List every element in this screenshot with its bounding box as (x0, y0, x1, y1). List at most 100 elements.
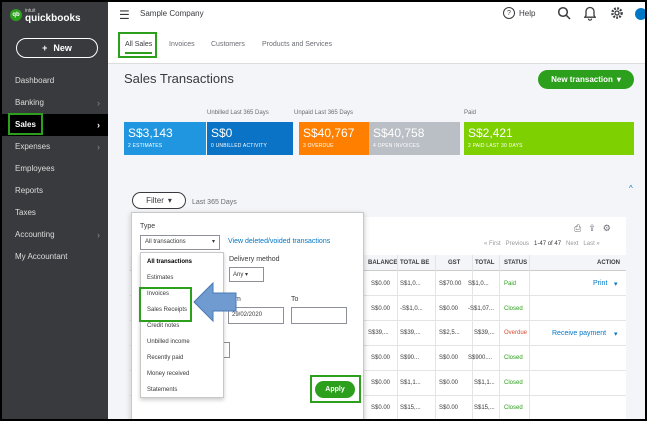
row-gst: S$70.00 (439, 281, 462, 287)
new-transaction-label: New transaction (551, 75, 613, 84)
to-date-field[interactable] (291, 307, 347, 324)
sidebar-item-taxes[interactable]: Taxes (2, 202, 108, 224)
row-gst: S$0.00 (439, 380, 459, 386)
pager-first[interactable]: « First (484, 241, 501, 247)
status-badge: Closed (504, 306, 523, 312)
type-label: Type (140, 223, 156, 230)
col-status[interactable]: STATUS (504, 260, 527, 266)
col-balance[interactable]: BALANCE (368, 260, 397, 266)
type-option-statements[interactable]: Statements (147, 387, 177, 393)
date-range-label: Last 365 Days (192, 199, 237, 206)
type-option-money-received[interactable]: Money received (147, 371, 189, 377)
row-gst: S$0.00 (439, 355, 459, 361)
card-overdue[interactable]: S$40,767 3 OVERDUE (299, 122, 369, 155)
type-option-sales-receipts[interactable]: Sales Receipts (147, 307, 187, 313)
receive-payment-link[interactable]: Receive payment (552, 330, 606, 337)
card-amount: S$0 (211, 126, 233, 140)
row-total-before-tax: S$39,... (400, 330, 421, 336)
hidden-select-edge (224, 342, 230, 358)
pager-next[interactable]: Next (566, 241, 578, 247)
tab-invoices[interactable]: Invoices (169, 41, 195, 48)
settings-icon[interactable]: ⚙ (603, 223, 611, 234)
sidebar-item-dashboard[interactable]: Dashboard (2, 70, 108, 92)
type-option-invoices[interactable]: Invoices (147, 291, 169, 297)
type-option-all[interactable]: All transactions (147, 259, 192, 265)
sidebar-item-reports[interactable]: Reports (2, 180, 108, 202)
new-transaction-button[interactable]: New transaction ▾ (538, 70, 634, 89)
type-option-estimates[interactable]: Estimates (147, 275, 173, 281)
sidebar-item-expenses[interactable]: Expenses › (2, 136, 108, 158)
card-amount: S$40,758 (373, 126, 425, 140)
col-total-before-tax[interactable]: TOTAL BE (400, 260, 429, 266)
type-select-value: All transactions (145, 239, 186, 245)
help-button[interactable]: ? Help (503, 7, 535, 19)
sidebar-item-accounting[interactable]: Accounting › (2, 224, 108, 246)
apply-button[interactable]: Apply (315, 381, 355, 398)
card-paid[interactable]: S$2,421 2 PAID LAST 30 DAYS (464, 122, 634, 155)
card-unbilled-activity[interactable]: S$0 0 UNBILLED ACTIVITY (207, 122, 293, 155)
print-action-link[interactable]: Print (593, 280, 607, 287)
row-total-before-tax: S$90... (400, 355, 420, 361)
help-icon: ? (503, 7, 515, 19)
sidebar-item-my-accountant[interactable]: My Accountant (2, 246, 108, 268)
pager-previous[interactable]: Previous (506, 241, 529, 247)
quickbooks-logo[interactable]: qb intuit quickbooks (10, 7, 81, 24)
row-balance: S$0.00 (371, 306, 391, 312)
logo-name: quickbooks (25, 13, 81, 24)
tab-customers[interactable]: Customers (211, 41, 245, 48)
caret-down-icon: ▾ (245, 272, 249, 278)
delivery-method-label: Delivery method (229, 256, 280, 263)
export-icon[interactable]: ⇪ (588, 223, 596, 234)
filter-button[interactable]: Filter ▾ (132, 192, 186, 209)
tab-products-and-services[interactable]: Products and Services (262, 41, 332, 48)
sidebar-item-sales[interactable]: Sales › (2, 114, 108, 136)
avatar[interactable] (635, 8, 645, 20)
new-button[interactable]: + New (16, 38, 98, 58)
pagination: « First Previous 1-47 of 47 Next Last » (484, 241, 600, 247)
type-option-credit-notes[interactable]: Credit notes (147, 323, 179, 329)
pager-last[interactable]: Last » (583, 241, 599, 247)
caption-paid: Paid (464, 110, 477, 116)
card-open-invoices[interactable]: S$40,758 4 OPEN INVOICES (369, 122, 460, 155)
pager-count: 1-47 of 47 (534, 241, 562, 247)
chevron-right-icon: › (97, 120, 100, 130)
caret-down-icon[interactable]: ▾ (614, 330, 618, 338)
hamburger-menu-icon[interactable]: ☰ (119, 8, 130, 22)
col-total[interactable]: TOTAL (475, 260, 494, 266)
type-select[interactable]: All transactions ▾ (140, 235, 220, 250)
search-icon[interactable] (557, 6, 571, 20)
card-label: 0 UNBILLED ACTIVITY (211, 143, 268, 149)
sidebar-item-banking[interactable]: Banking › (2, 92, 108, 114)
bell-icon[interactable] (584, 6, 596, 21)
status-badge: Closed (504, 380, 523, 386)
row-gst: S$0.00 (439, 306, 459, 312)
caret-down-icon[interactable]: ▾ (614, 280, 618, 288)
caret-down-icon: ▾ (167, 196, 172, 205)
view-deleted-link[interactable]: View deleted/voided transactions (228, 238, 330, 245)
plus-icon: + (42, 43, 48, 53)
caret-down-icon: ▾ (616, 75, 621, 84)
col-gst[interactable]: GST (448, 260, 460, 266)
card-estimates[interactable]: S$3,143 2 ESTIMATES (124, 122, 206, 155)
tab-all-sales[interactable]: All Sales (125, 41, 153, 54)
top-bar: ☰ Sample Company ? Help (108, 2, 645, 28)
col-action: ACTION (597, 260, 620, 266)
row-gst: S$2,5... (439, 330, 460, 336)
row-total-before-tax: S$15,... (400, 405, 421, 411)
print-icon[interactable]: ⎙ (574, 223, 581, 234)
status-badge: Closed (504, 355, 523, 361)
row-total: S$1,1... (474, 380, 495, 386)
card-label: 3 OVERDUE (303, 143, 334, 149)
new-button-label: New (53, 43, 72, 53)
type-option-recently-paid[interactable]: Recently paid (147, 355, 183, 361)
row-total: S$1,0... (468, 281, 489, 287)
type-option-unbilled-income[interactable]: Unbilled income (147, 339, 190, 345)
sidebar-item-employees[interactable]: Employees (2, 158, 108, 180)
caret-down-icon: ▾ (211, 239, 215, 245)
arrow-pointer-icon (193, 281, 237, 323)
collapse-chevron-icon[interactable]: ^ (629, 184, 633, 193)
row-total: S$39,... (474, 330, 495, 336)
row-gst: S$0.00 (439, 405, 459, 411)
gear-icon[interactable] (610, 6, 624, 20)
caption-unbilled: Unbilled Last 365 Days (207, 110, 269, 116)
